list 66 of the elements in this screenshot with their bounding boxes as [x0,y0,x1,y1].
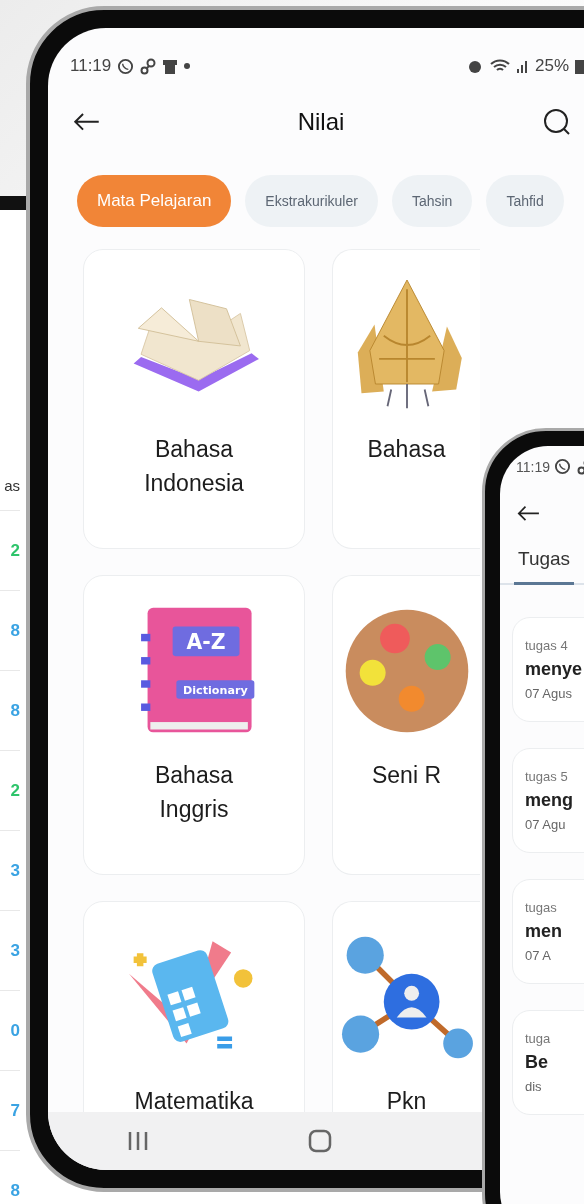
subject-card[interactable]: Matematika [83,901,305,1112]
assignment-title: men [525,920,563,942]
score-value: 8 [0,1150,20,1204]
signal-icon [516,59,529,73]
assignment-title: meng [525,789,574,811]
recent-apps-icon [127,1130,150,1152]
score-value: 0 [0,990,20,1070]
score-value: 8 [0,590,20,670]
assignment-card[interactable]: tugas 5 meng 07 Agu [512,747,584,853]
subject-card[interactable]: Bahasa [332,249,480,549]
assignment-label: tugas 4 [525,637,569,653]
score-value: 2 [0,510,20,590]
chat-bubble-icon [554,458,571,475]
column-header: as [4,475,20,496]
status-time: 11:19 [516,458,550,475]
assignment-card[interactable]: tuga Be dis [512,1009,584,1115]
assignment-card[interactable]: tugas men 07 A [512,878,584,984]
assignment-date: 07 A [525,947,553,963]
subject-card[interactable]: A-Z Dictionary Bahasa Inggris [83,575,305,875]
link-icon [140,57,157,75]
tab[interactable]: Tugas [514,547,575,585]
back-arrow-icon [72,112,100,132]
status-time: 11:19 [70,56,112,76]
home-icon [308,1129,332,1153]
score-value: 3 [0,910,20,990]
category-tab[interactable]: Tahsin [391,175,473,227]
assignment-label: tuga [525,1030,552,1046]
search-button[interactable] [542,107,572,137]
score-value: 2 [0,750,20,830]
cover-label: Dictionary [183,684,248,698]
score-value: 3 [0,830,20,910]
assignment-title: menye [525,658,584,680]
subject-name: Pkn [386,1087,427,1112]
subject-name: Bahasa Indonesia [143,435,245,498]
subject-name: Seni R [371,761,441,790]
subject-name: Bahasa Inggris [154,761,234,824]
subject-card[interactable]: Pkn [332,901,480,1112]
search-icon [542,107,572,137]
cover-title: A-Z [186,629,226,654]
recent-apps-button[interactable] [127,1130,150,1152]
assignment-title: Be [525,1051,549,1073]
dot-icon [184,63,191,69]
subject-name: Matematika [134,1087,254,1112]
page-title: Nilai [297,108,345,136]
chat-bubble-icon [117,57,135,75]
category-tab[interactable]: Ekstrakurikuler [245,175,378,227]
battery-percent: 25% [534,56,569,76]
home-button[interactable] [308,1129,332,1153]
subject-card[interactable]: Bahasa Indonesia [83,249,305,549]
assignment-label: tugas [525,899,558,915]
score-value: 7 [0,1070,20,1150]
assignment-date: 07 Agu [525,816,567,832]
assignment-card[interactable]: tugas 4 menye 07 Agus [512,616,584,722]
category-tab[interactable]: Tahfid [486,175,564,227]
notification-icon [162,57,179,75]
alarm-icon [466,58,483,74]
assignment-date: 07 Agus [525,685,573,701]
back-arrow-icon [516,505,540,522]
battery-icon [575,58,584,74]
subject-card[interactable]: Seni R [332,575,480,875]
back-button[interactable] [516,505,540,522]
score-value: 8 [0,670,20,750]
back-button[interactable] [72,112,100,132]
subject-name: Bahasa [367,435,446,464]
assignment-label: tugas 5 [525,768,569,784]
assignment-date: dis [525,1078,543,1094]
